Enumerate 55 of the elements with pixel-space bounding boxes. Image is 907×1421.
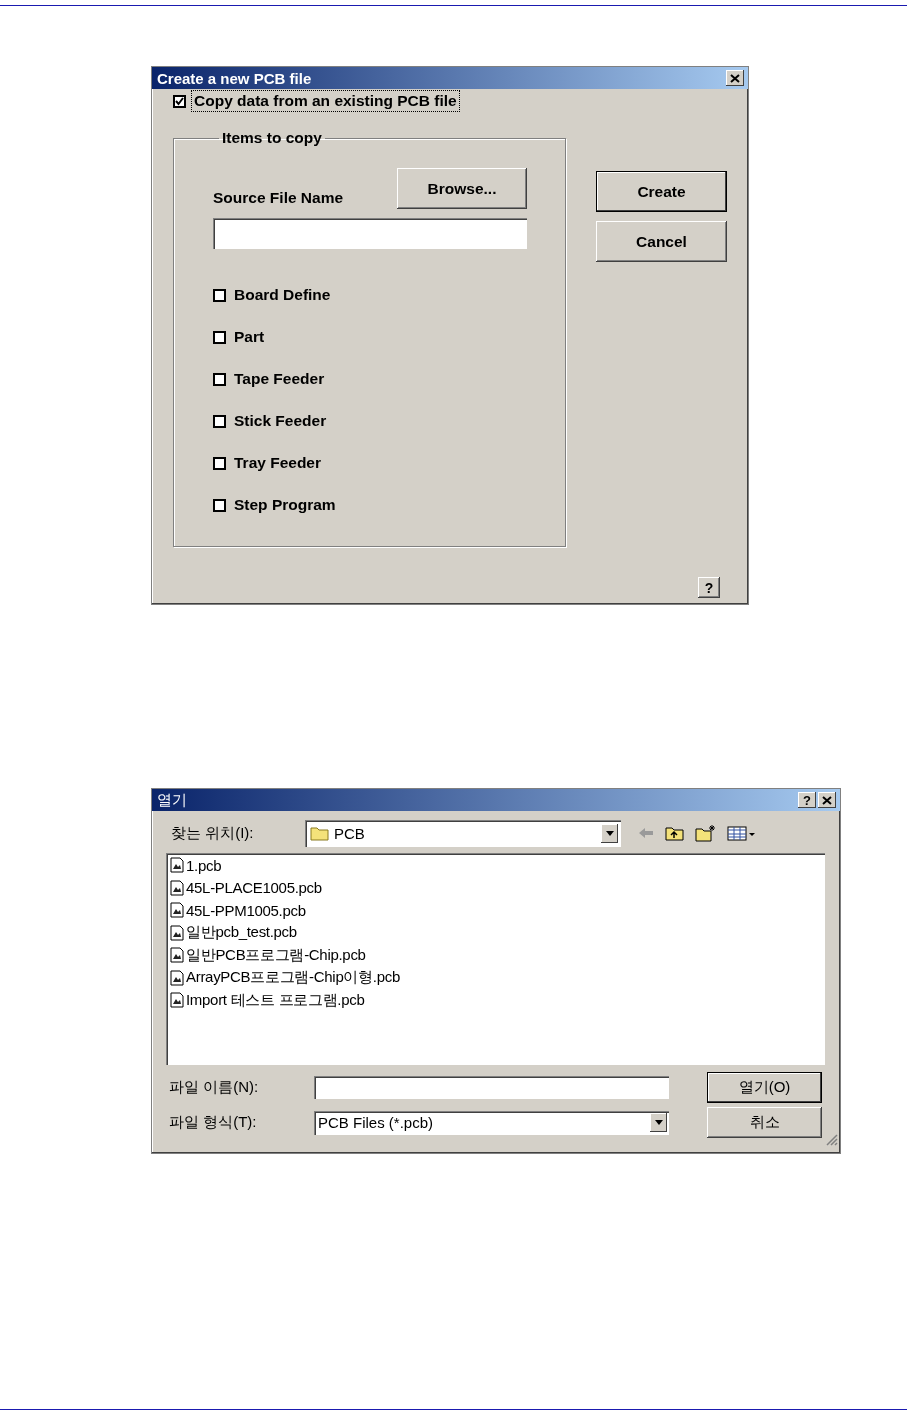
cancel-button[interactable]: Cancel	[596, 221, 727, 262]
file-icon	[170, 857, 184, 874]
dropdown[interactable]: PCB Files (*.pcb)	[314, 1110, 669, 1135]
dropdown-value: PCB Files (*.pcb)	[318, 1114, 435, 1131]
input-field[interactable]	[213, 218, 527, 249]
dropdown[interactable]: PCB	[305, 819, 621, 847]
close-icon[interactable]	[726, 70, 744, 86]
file-item[interactable]: Import 테스트 프로그램.pcb	[186, 990, 365, 1010]
checkbox[interactable]	[213, 498, 226, 512]
checkbox-label: Stick Feeder	[233, 411, 328, 431]
window-title: Create a new PCB file	[157, 69, 313, 87]
field-label: 찾는 위치(I):	[171, 823, 255, 843]
file-icon	[170, 992, 184, 1009]
checkbox[interactable]	[213, 288, 226, 302]
file-item[interactable]: 45L-PPM1005.pcb	[186, 901, 306, 919]
help-button[interactable]: ?	[798, 792, 816, 808]
file-item[interactable]: 45L-PLACE1005.pcb	[186, 879, 322, 897]
up-folder-icon[interactable]	[665, 825, 685, 841]
file-item[interactable]: ArrayPCB프로그램-Chip이형.pcb	[186, 968, 400, 988]
file-icon	[170, 969, 184, 986]
help-button[interactable]: ?	[698, 577, 720, 598]
window-title: 열기	[157, 790, 188, 810]
field-label: Source File Name	[213, 189, 344, 207]
field-label: 파일 이름(N):	[169, 1078, 260, 1097]
group-title: Items to copy	[221, 129, 323, 147]
checkbox-label: Tray Feeder	[233, 453, 323, 473]
file-icon	[170, 902, 184, 919]
cancel-button[interactable]: 취소	[707, 1107, 822, 1138]
checkbox-label: Tape Feeder	[233, 369, 326, 389]
file-icon	[170, 879, 184, 896]
file-item[interactable]: 일반PCB프로그램-Chip.pcb	[186, 945, 366, 965]
close-icon[interactable]	[818, 792, 836, 808]
checkbox[interactable]	[173, 94, 186, 108]
new-folder-icon[interactable]	[695, 824, 717, 842]
checkbox-label: Part	[233, 327, 266, 347]
checkbox[interactable]	[213, 456, 226, 470]
checkbox[interactable]	[213, 330, 226, 344]
checkbox-label: Board Define	[233, 285, 332, 305]
open-button[interactable]: 열기(O)	[707, 1072, 822, 1103]
field-label: 파일 형식(T):	[169, 1113, 258, 1132]
file-icon	[170, 947, 184, 964]
resize-grip-icon[interactable]	[826, 1134, 838, 1146]
input-field[interactable]	[314, 1076, 669, 1099]
create-button[interactable]: Create	[596, 171, 727, 212]
checkbox[interactable]	[213, 414, 226, 428]
view-menu-icon[interactable]	[727, 825, 757, 841]
file-icon	[170, 924, 184, 941]
checkbox-label: Copy data from an existing PCB file	[192, 91, 459, 111]
dropdown-value: PCB	[334, 824, 365, 842]
checkbox-label: Step Program	[233, 495, 337, 515]
folder-icon	[310, 825, 330, 841]
browse-button[interactable]: Browse...	[397, 168, 527, 209]
file-item[interactable]: 일반pcb_test.pcb	[186, 923, 297, 943]
file-item[interactable]: 1.pcb	[186, 856, 222, 874]
checkbox[interactable]	[213, 372, 226, 386]
